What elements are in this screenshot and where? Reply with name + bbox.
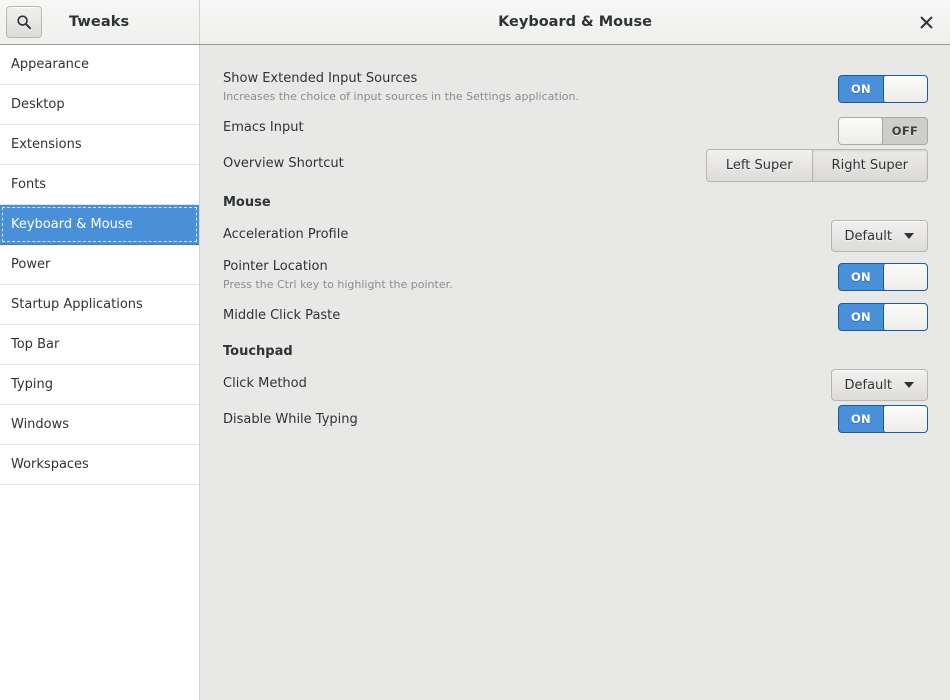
row-control: Left Super Right Super bbox=[705, 149, 928, 182]
chevron-down-icon bbox=[904, 382, 914, 388]
settings-row-overview-shortcut: Overview Shortcut Left Super Right Super bbox=[200, 149, 950, 182]
row-label: Show Extended Input Sources bbox=[223, 71, 418, 86]
dropdown-acceleration-profile[interactable]: Default bbox=[830, 220, 928, 252]
search-button[interactable] bbox=[6, 6, 42, 38]
header-bar-right: Keyboard & Mouse bbox=[200, 0, 950, 44]
page-title: Keyboard & Mouse bbox=[498, 14, 652, 30]
toggle-state-label: ON bbox=[850, 270, 871, 284]
settings-row-mouse-section: Mouse bbox=[200, 195, 950, 211]
row-label: Click Method bbox=[223, 376, 307, 391]
toggle-switch-disable-while-typing[interactable]: ON bbox=[838, 405, 928, 433]
dropdown-selected-value: Default bbox=[844, 228, 893, 244]
toggle-knob bbox=[883, 76, 927, 102]
settings-content: Show Extended Input Sources Increases the… bbox=[200, 45, 950, 700]
app-title: Tweaks bbox=[69, 14, 130, 30]
sidebar-item-startup-applications[interactable]: Startup Applications bbox=[0, 285, 199, 325]
row-control: Default bbox=[830, 220, 928, 252]
sidebar-item-typing[interactable]: Typing bbox=[0, 365, 199, 405]
dropdown-selected-value: Default bbox=[844, 377, 893, 393]
settings-row-click-method: Click Method Default bbox=[200, 369, 950, 401]
toggle-switch-middle-click-paste[interactable]: ON bbox=[838, 303, 928, 331]
sidebar-item-keyboard-mouse[interactable]: Keyboard & Mouse bbox=[0, 205, 199, 245]
sidebar: Appearance Desktop Extensions Fonts Keyboard… bbox=[0, 45, 200, 700]
sidebar-item-label: Fonts bbox=[11, 177, 47, 192]
row-label: Disable While Typing bbox=[223, 412, 358, 427]
toggle-switch-pointer-location[interactable]: ON bbox=[838, 263, 928, 291]
toggle-knob bbox=[883, 264, 927, 290]
row-control: ON bbox=[838, 405, 928, 433]
row-label: Pointer Location bbox=[223, 259, 328, 274]
row-text: Touchpad bbox=[200, 344, 293, 360]
sidebar-item-fonts[interactable]: Fonts bbox=[0, 165, 199, 205]
settings-row-middle-click-paste: Middle Click Paste ON bbox=[200, 303, 950, 331]
toggle-switch-emacs-input[interactable]: OFF bbox=[838, 117, 928, 145]
row-control: ON bbox=[838, 303, 928, 331]
row-text: Show Extended Input Sources Increases the… bbox=[200, 71, 579, 104]
segmented-button-overview-shortcut: Left Super Right Super bbox=[705, 149, 928, 182]
sidebar-item-label: Workspaces bbox=[11, 457, 89, 472]
sidebar-item-appearance[interactable]: Appearance bbox=[0, 45, 199, 85]
header-bar-left: Tweaks bbox=[0, 0, 200, 44]
row-text: Pointer Location Press the Ctrl key to hi… bbox=[200, 259, 453, 292]
header-bar: Tweaks Keyboard & Mouse bbox=[0, 0, 950, 45]
settings-row-show-extended-input-sources: Show Extended Input Sources Increases the… bbox=[200, 71, 950, 104]
row-label: Emacs Input bbox=[223, 120, 304, 135]
row-text: Acceleration Profile bbox=[200, 227, 348, 243]
sidebar-item-label: Keyboard & Mouse bbox=[11, 217, 133, 232]
sidebar-item-top-bar[interactable]: Top Bar bbox=[0, 325, 199, 365]
row-control: ON bbox=[838, 75, 928, 103]
toggle-knob bbox=[839, 118, 883, 144]
section-heading: Mouse bbox=[223, 195, 271, 210]
sidebar-item-label: Extensions bbox=[11, 137, 82, 152]
dropdown-click-method[interactable]: Default bbox=[830, 369, 928, 401]
sidebar-item-workspaces[interactable]: Workspaces bbox=[0, 445, 199, 485]
window-body: Appearance Desktop Extensions Fonts Keyboard… bbox=[0, 45, 950, 700]
section-heading: Touchpad bbox=[223, 344, 293, 359]
toggle-state-label: ON bbox=[850, 310, 871, 324]
chevron-down-icon bbox=[904, 233, 914, 239]
row-control: Default bbox=[830, 369, 928, 401]
sidebar-item-label: Desktop bbox=[11, 97, 65, 112]
settings-row-acceleration-profile: Acceleration Profile Default bbox=[200, 220, 950, 252]
row-text: Middle Click Paste bbox=[200, 308, 340, 324]
row-label: Middle Click Paste bbox=[223, 308, 341, 323]
toggle-state-label: OFF bbox=[891, 124, 919, 138]
toggle-knob bbox=[883, 304, 927, 330]
settings-row-touchpad-section: Touchpad bbox=[200, 344, 950, 360]
sidebar-item-label: Startup Applications bbox=[11, 297, 143, 312]
row-label: Overview Shortcut bbox=[223, 156, 344, 171]
settings-row-disable-while-typing: Disable While Typing ON bbox=[200, 405, 950, 433]
settings-row-pointer-location: Pointer Location Press the Ctrl key to hi… bbox=[200, 259, 950, 292]
settings-row-emacs-input: Emacs Input OFF bbox=[200, 117, 950, 145]
sidebar-item-label: Windows bbox=[11, 417, 70, 432]
toggle-knob bbox=[883, 406, 927, 432]
close-icon bbox=[920, 16, 932, 28]
toggle-state-label: ON bbox=[850, 412, 871, 426]
row-text: Emacs Input bbox=[200, 120, 304, 136]
sidebar-item-label: Typing bbox=[11, 377, 53, 392]
close-button[interactable] bbox=[916, 12, 936, 32]
sidebar-item-power[interactable]: Power bbox=[0, 245, 199, 285]
toggle-switch-show-extended-input-sources[interactable]: ON bbox=[838, 75, 928, 103]
sidebar-item-label: Power bbox=[11, 257, 51, 272]
search-icon bbox=[17, 15, 31, 30]
row-text: Click Method bbox=[200, 376, 307, 392]
tweaks-window: Tweaks Keyboard & Mouse Appearance Deskto… bbox=[0, 0, 950, 700]
sidebar-item-desktop[interactable]: Desktop bbox=[0, 85, 199, 125]
sidebar-item-extensions[interactable]: Extensions bbox=[0, 125, 199, 165]
row-label: Acceleration Profile bbox=[223, 227, 349, 242]
row-text: Mouse bbox=[200, 195, 271, 211]
row-description: Increases the choice of input sources in… bbox=[223, 90, 579, 103]
segment-left-super[interactable]: Left Super bbox=[706, 150, 813, 181]
row-text: Disable While Typing bbox=[200, 412, 358, 428]
sidebar-item-label: Top Bar bbox=[11, 337, 60, 352]
row-description: Press the Ctrl key to highlight the poin… bbox=[223, 278, 453, 291]
row-control: OFF bbox=[838, 117, 928, 145]
toggle-state-label: ON bbox=[850, 82, 871, 96]
row-text: Overview Shortcut bbox=[200, 156, 344, 172]
sidebar-item-label: Appearance bbox=[11, 57, 90, 72]
sidebar-item-windows[interactable]: Windows bbox=[0, 405, 199, 445]
segment-right-super[interactable]: Right Super bbox=[812, 150, 927, 181]
row-control: ON bbox=[838, 263, 928, 291]
